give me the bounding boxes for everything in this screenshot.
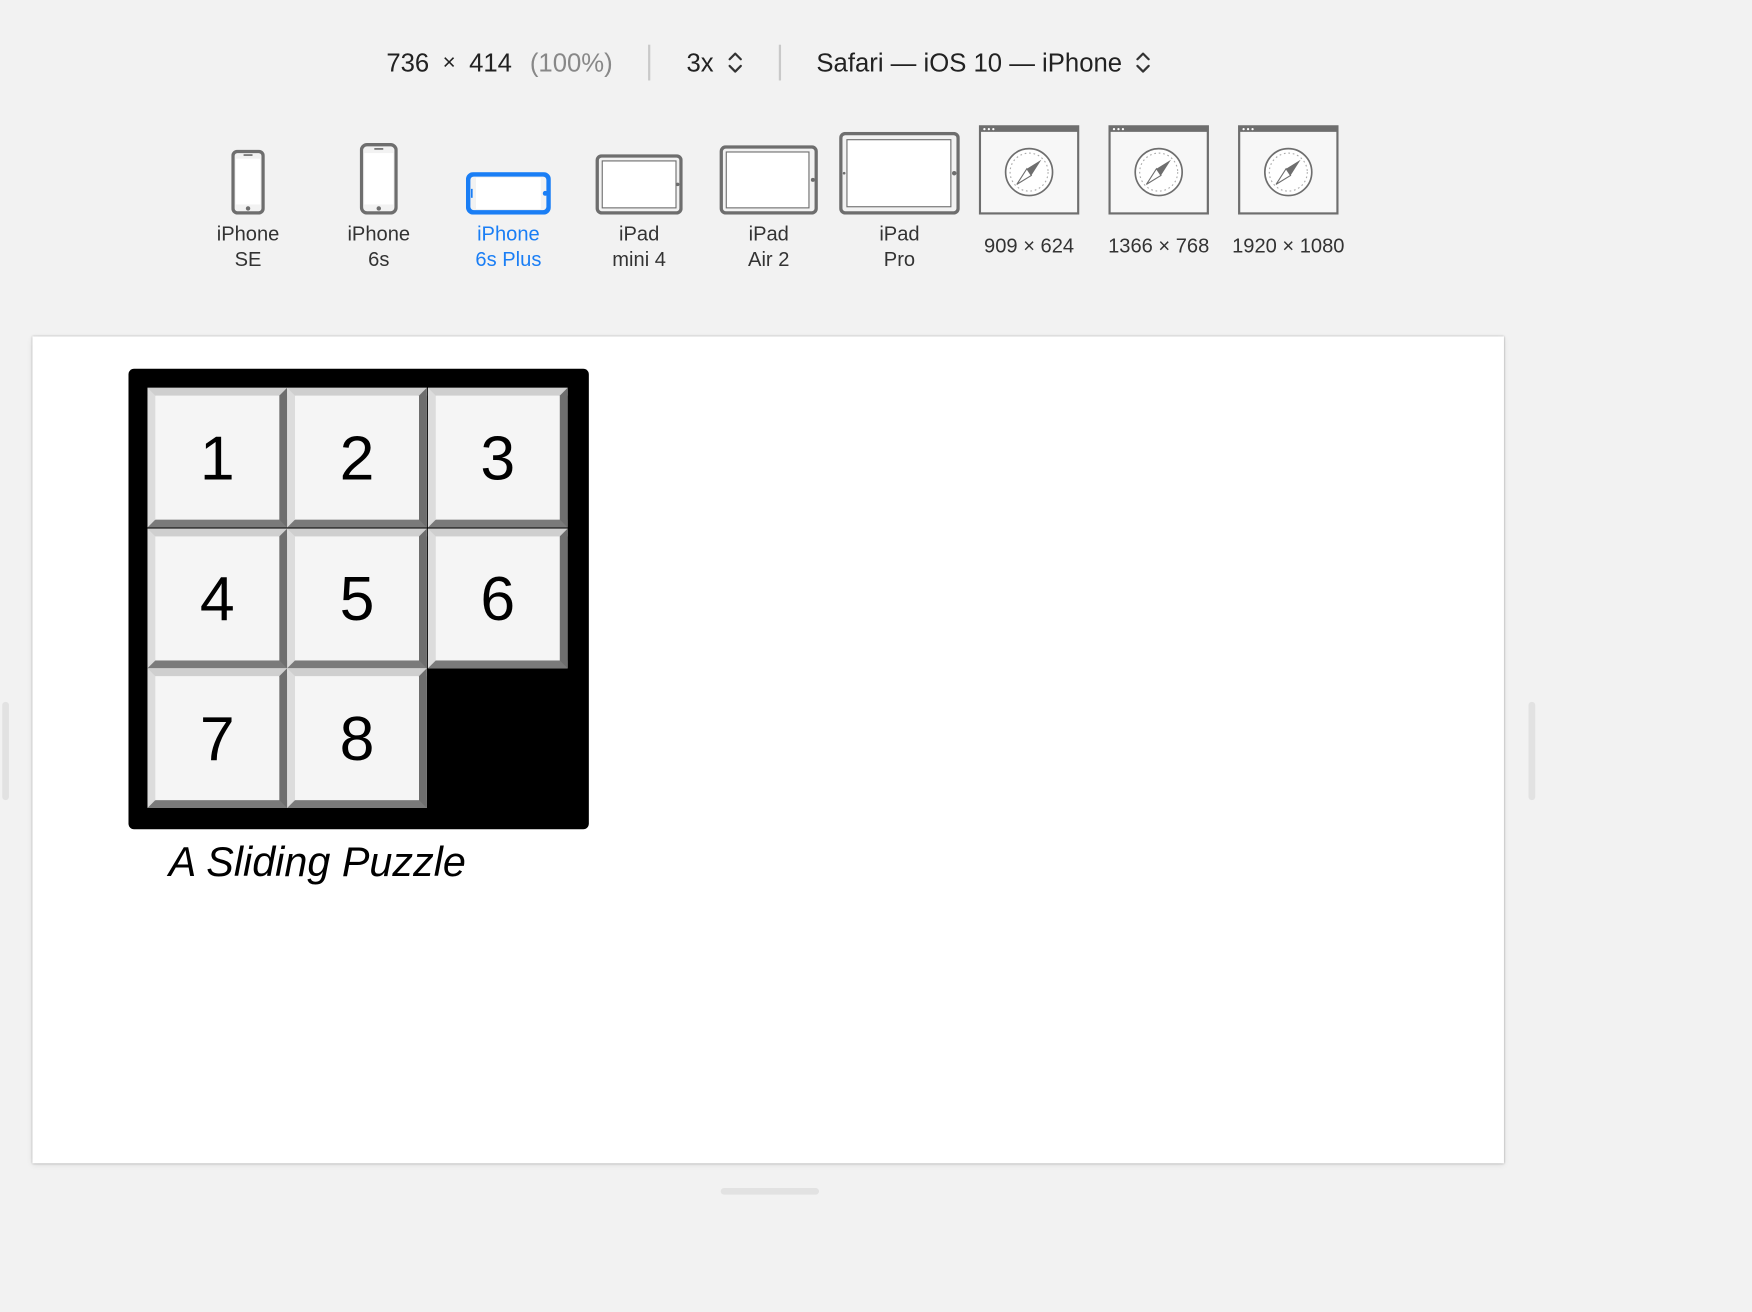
phone-icon: [314, 123, 444, 215]
puzzle-tile-5[interactable]: 5: [287, 528, 427, 669]
device-iphone-6s[interactable]: iPhone 6s: [314, 123, 444, 279]
puzzle-tile-7[interactable]: 7: [147, 668, 288, 808]
tablet-icon: [574, 123, 704, 215]
safari-window-icon: [964, 123, 1094, 215]
preset-size: 1920 × 1080: [1232, 234, 1345, 258]
device-iphone-se[interactable]: iPhone SE: [183, 123, 313, 279]
viewport-width[interactable]: 736: [386, 47, 429, 77]
responsive-design-mode: 736 × 414 (100%) 3x Safari — iOS 10 — iP…: [0, 0, 1752, 1312]
sliding-puzzle-board: 1 2 3 4 5 6 7 8: [128, 368, 589, 830]
tablet-icon: [704, 123, 834, 215]
device-model: 6s Plus: [475, 248, 542, 271]
phone-landscape-icon: [444, 123, 574, 215]
user-agent-value: Safari — iOS 10 — iPhone: [816, 47, 1123, 77]
right-resize-handle[interactable]: [1528, 701, 1536, 801]
zoom-percentage: (100%): [529, 47, 613, 77]
updown-chevron-icon: [1135, 50, 1151, 75]
user-agent-select[interactable]: Safari — iOS 10 — iPhone: [816, 47, 1151, 77]
device-ipad-pro[interactable]: iPad Pro: [835, 123, 965, 279]
updown-chevron-icon: [727, 50, 743, 75]
device-viewport: 1 2 3 4 5 6 7 8 A Sliding Puzzle: [32, 336, 1504, 1164]
device-ipad-mini-4[interactable]: iPad mini 4: [574, 123, 704, 279]
preset-909x624[interactable]: 909 × 624: [964, 123, 1094, 279]
device-ipad-air-2[interactable]: iPad Air 2: [704, 123, 834, 279]
pixel-ratio-select[interactable]: 3x: [686, 47, 742, 77]
preset-1920x1080[interactable]: 1920 × 1080: [1223, 123, 1353, 279]
viewport-dimensions[interactable]: 736 × 414 (100%): [386, 47, 612, 77]
times-sign: ×: [442, 49, 456, 75]
device-name: iPad: [748, 222, 789, 245]
bottom-resize-handle[interactable]: [720, 1187, 820, 1195]
device-iphone-6s-plus[interactable]: iPhone 6s Plus: [444, 123, 574, 279]
puzzle-tile-2[interactable]: 2: [287, 387, 427, 528]
safari-window-icon: [1223, 123, 1353, 215]
puzzle-tile-3[interactable]: 3: [427, 387, 568, 528]
tablet-icon: [835, 123, 965, 215]
toolbar-divider: [778, 44, 781, 81]
toolbar-divider: [648, 44, 651, 81]
phone-icon: [183, 123, 313, 215]
device-picker: iPhone SE iPhone 6s iPhone 6s Plus iPad mini…: [0, 123, 1537, 279]
preset-1366x768[interactable]: 1366 × 768: [1094, 123, 1224, 279]
device-name: iPhone: [216, 222, 280, 245]
puzzle-tile-8[interactable]: 8: [287, 668, 427, 808]
device-model: Air 2: [748, 248, 790, 271]
pixel-ratio-value: 3x: [686, 47, 714, 77]
puzzle-tile-4[interactable]: 4: [147, 528, 288, 669]
puzzle-caption: A Sliding Puzzle: [168, 839, 466, 886]
viewport-height[interactable]: 414: [469, 47, 512, 77]
puzzle-tile-6[interactable]: 6: [427, 528, 568, 669]
toolbar: 736 × 414 (100%) 3x Safari — iOS 10 — iP…: [0, 40, 1537, 85]
safari-window-icon: [1094, 123, 1224, 215]
puzzle-tile-1[interactable]: 1: [147, 387, 288, 528]
device-name: iPhone: [477, 222, 540, 245]
device-model: SE: [234, 248, 262, 271]
left-resize-handle[interactable]: [2, 701, 9, 801]
